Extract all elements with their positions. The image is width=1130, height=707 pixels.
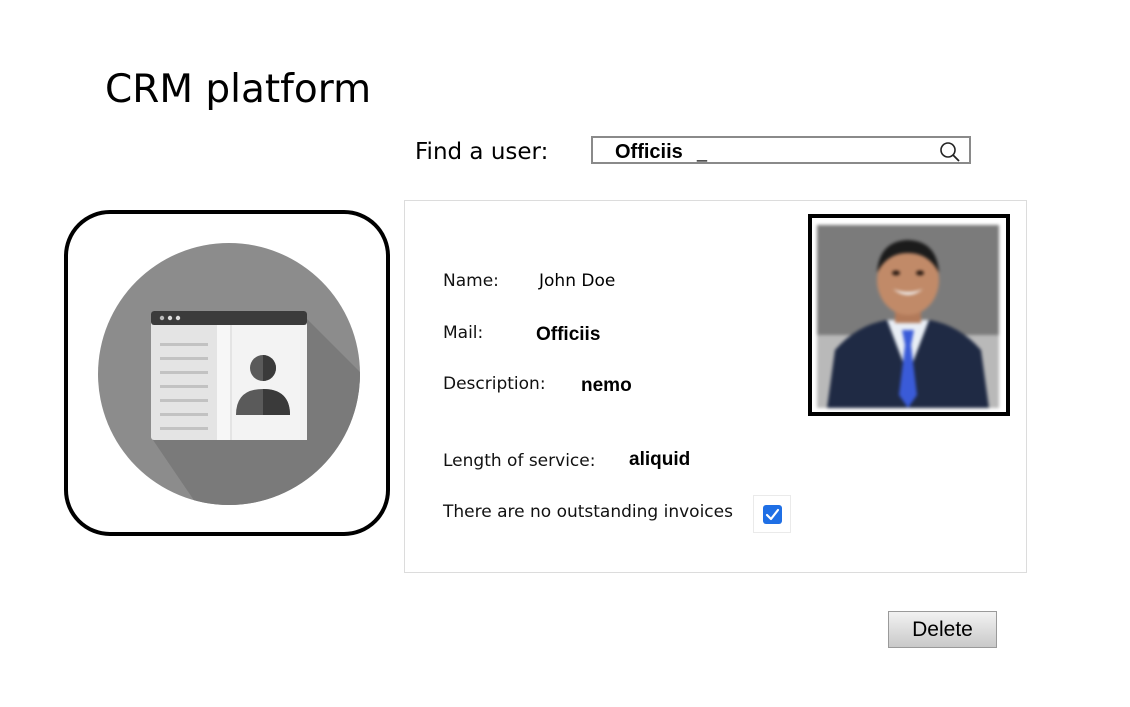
app-title: CRM platform	[105, 67, 372, 112]
checkbox-checked	[763, 505, 782, 524]
user-search-input[interactable]: Officiis _	[591, 136, 971, 164]
mail-value: Officiis	[536, 324, 601, 345]
description-label: Description:	[443, 374, 546, 394]
name-value: John Doe	[539, 271, 616, 291]
service-label: Length of service:	[443, 451, 596, 471]
checkmark-icon	[765, 508, 780, 521]
user-photo-frame	[808, 214, 1010, 416]
text-cursor: _	[697, 142, 708, 162]
invoices-label: There are no outstanding invoices	[443, 502, 733, 522]
contact-card-icon	[98, 243, 360, 505]
mail-label: Mail:	[443, 323, 484, 343]
name-label: Name:	[443, 271, 499, 291]
description-value: nemo	[581, 375, 632, 396]
user-photo	[817, 225, 999, 408]
search-value: Officiis	[615, 141, 683, 163]
find-user-label: Find a user:	[415, 139, 549, 165]
search-icon[interactable]	[939, 141, 961, 163]
delete-button[interactable]: Delete	[888, 611, 997, 648]
service-value: aliquid	[629, 449, 691, 470]
app-logo	[64, 210, 390, 536]
invoices-checkbox[interactable]	[753, 495, 791, 533]
